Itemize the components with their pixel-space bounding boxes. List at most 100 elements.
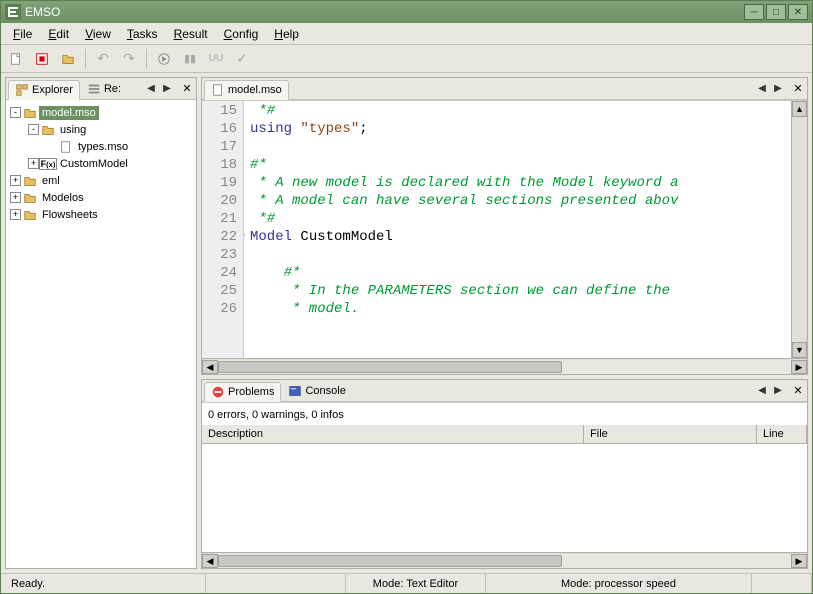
explorer-tabs-prev[interactable]: ◀ [144, 82, 158, 96]
toolbar-pause-icon[interactable]: ▮▮ [179, 48, 201, 70]
editor-tabs-prev[interactable]: ◀ [755, 82, 769, 96]
status-mode-editor: Mode: Text Editor [346, 574, 486, 593]
explorer-panel: Explorer Re: ◀ ▶ ✕ -model.mso-usingtypes… [5, 77, 197, 569]
folder-icon [23, 106, 37, 120]
folder-icon [23, 174, 37, 188]
tree-item[interactable]: types.mso [8, 138, 194, 155]
menu-view[interactable]: View [77, 25, 119, 43]
tab-console[interactable]: Console [281, 381, 352, 401]
tab-explorer[interactable]: Explorer [8, 80, 80, 100]
file-icon [59, 140, 73, 154]
toolbar-check-icon[interactable]: ✓ [231, 48, 253, 70]
list-icon [87, 82, 101, 96]
toolbar: ↶ ↷ ▮▮ UU ✓ [1, 45, 812, 73]
folder-icon [23, 208, 37, 222]
problems-status: 0 errors, 0 warnings, 0 infos [202, 403, 807, 425]
tab-model-mso[interactable]: model.mso [204, 80, 289, 100]
problems-tabs-next[interactable]: ▶ [771, 384, 785, 398]
toolbar-undo-icon[interactable]: ↶ [92, 48, 114, 70]
problems-list[interactable] [202, 444, 807, 552]
problems-tabs-prev[interactable]: ◀ [755, 384, 769, 398]
editor-tabs: model.mso ◀ ▶ ✕ [202, 78, 807, 100]
close-button[interactable]: ✕ [788, 4, 808, 20]
toolbar-uu-icon[interactable]: UU [205, 48, 227, 70]
menu-tasks[interactable]: Tasks [119, 25, 166, 43]
app-icon [5, 4, 21, 20]
toolbar-run-icon[interactable] [153, 48, 175, 70]
tree-expander-icon[interactable]: + [10, 175, 21, 186]
tree-expander-icon[interactable]: + [28, 158, 39, 169]
folder-icon [41, 123, 55, 137]
tree-item[interactable]: + Modelos [8, 189, 194, 206]
editor-tabs-next[interactable]: ▶ [771, 82, 785, 96]
app-window: EMSO ─ □ ✕ File Edit View Tasks Result C… [0, 0, 813, 594]
problems-tabs: Problems Console ◀ ▶ ✕ [202, 380, 807, 402]
tree-label[interactable]: using [57, 123, 89, 137]
right-panel: model.mso ◀ ▶ ✕ 151617181920212223242526… [201, 77, 808, 569]
status-ready: Ready. [1, 574, 206, 593]
statusbar: Ready. Mode: Text Editor Mode: processor… [1, 573, 812, 593]
col-line[interactable]: Line [757, 425, 807, 443]
explorer-tabs: Explorer Re: ◀ ▶ ✕ [6, 78, 196, 100]
bottom-panel: Problems Console ◀ ▶ ✕ 0 errors, 0 warni… [201, 379, 808, 569]
problems-body: 0 errors, 0 warnings, 0 infos Descriptio… [202, 402, 807, 568]
titlebar[interactable]: EMSO ─ □ ✕ [1, 1, 812, 23]
tree-label[interactable]: types.mso [75, 140, 131, 154]
tree-label[interactable]: Flowsheets [39, 208, 101, 222]
editor-tabs-close[interactable]: ✕ [791, 82, 805, 96]
fold-icon[interactable]: ▾ [244, 229, 246, 246]
model-icon: F(x) [41, 157, 55, 171]
tree-item[interactable]: - model.mso [8, 104, 194, 121]
toolbar-open-icon[interactable] [57, 48, 79, 70]
minimize-button[interactable]: ─ [744, 4, 764, 20]
folder-icon [23, 191, 37, 205]
tree-label[interactable]: Modelos [39, 191, 87, 205]
tree-label[interactable]: eml [39, 174, 63, 188]
file-icon [211, 83, 225, 97]
status-mode-processor: Mode: processor speed [486, 574, 752, 593]
tree-expander-icon[interactable]: - [10, 107, 21, 118]
console-icon [288, 384, 302, 398]
tree-label[interactable]: model.mso [39, 106, 99, 120]
tab-re[interactable]: Re: [80, 79, 128, 99]
problems-tabs-close[interactable]: ✕ [791, 384, 805, 398]
tab-problems[interactable]: Problems [204, 382, 281, 402]
menu-help[interactable]: Help [266, 25, 307, 43]
tree-item[interactable]: - using [8, 121, 194, 138]
explorer-tabs-next[interactable]: ▶ [160, 82, 174, 96]
toolbar-grid-icon[interactable] [31, 48, 53, 70]
problems-header: Description File Line [202, 425, 807, 444]
explorer-tree[interactable]: -model.mso-usingtypes.mso+F(x)CustomMode… [6, 100, 196, 568]
col-description[interactable]: Description [202, 425, 584, 443]
explorer-tabs-close[interactable]: ✕ [180, 82, 194, 96]
menu-result[interactable]: Result [166, 25, 216, 43]
col-file[interactable]: File [584, 425, 757, 443]
window-title: EMSO [25, 5, 60, 19]
tree-item[interactable]: +F(x)CustomModel [8, 155, 194, 172]
editor-vscroll[interactable]: ▲▼ [791, 101, 807, 358]
menu-edit[interactable]: Edit [40, 25, 77, 43]
code-editor[interactable]: 151617181920212223242526 *#using "types"… [202, 100, 807, 358]
editor-hscroll[interactable]: ◀ ▶ [202, 358, 807, 374]
toolbar-new-icon[interactable] [5, 48, 27, 70]
code-content[interactable]: *#using "types";#* * A new model is decl… [244, 101, 791, 358]
toolbar-redo-icon[interactable]: ↷ [118, 48, 140, 70]
editor-panel: model.mso ◀ ▶ ✕ 151617181920212223242526… [201, 77, 808, 375]
explorer-icon [15, 83, 29, 97]
menu-config[interactable]: Config [216, 25, 267, 43]
problems-icon [211, 385, 225, 399]
line-gutter: 151617181920212223242526 [202, 101, 244, 358]
tree-label[interactable]: CustomModel [57, 157, 131, 171]
menu-file[interactable]: File [5, 25, 40, 43]
menubar: File Edit View Tasks Result Config Help [1, 23, 812, 45]
status-empty [206, 574, 346, 593]
tree-expander-icon[interactable]: - [28, 124, 39, 135]
main-area: Explorer Re: ◀ ▶ ✕ -model.mso-usingtypes… [1, 73, 812, 573]
maximize-button[interactable]: □ [766, 4, 786, 20]
problems-hscroll[interactable]: ◀ ▶ [202, 552, 807, 568]
tree-item[interactable]: + Flowsheets [8, 206, 194, 223]
tree-item[interactable]: + eml [8, 172, 194, 189]
tree-expander-icon[interactable]: + [10, 209, 21, 220]
status-progress [752, 574, 812, 593]
tree-expander-icon[interactable]: + [10, 192, 21, 203]
